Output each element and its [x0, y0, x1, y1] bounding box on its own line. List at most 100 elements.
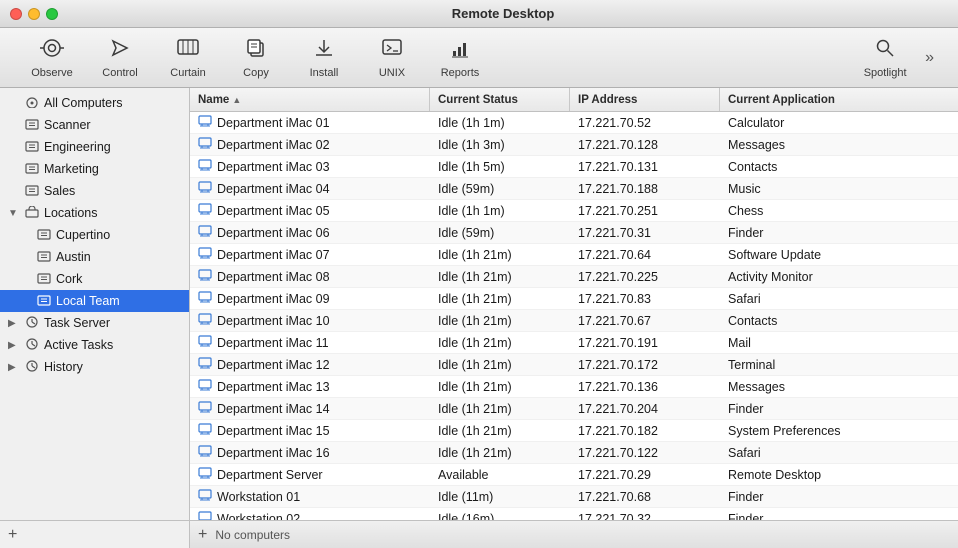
cell-app: Contacts: [720, 160, 958, 174]
sidebar-item-active-tasks[interactable]: ▶Active Tasks: [0, 334, 189, 356]
minimize-button[interactable]: [28, 8, 40, 20]
cell-ip: 17.221.70.182: [570, 424, 720, 438]
install-icon: [313, 37, 335, 65]
sidebar-item-label: Local Team: [56, 294, 120, 308]
cell-ip: 17.221.70.188: [570, 182, 720, 196]
table-row[interactable]: Department iMac 03Idle (1h 5m)17.221.70.…: [190, 156, 958, 178]
sidebar-item-icon: [36, 272, 52, 287]
table-row[interactable]: Department iMac 04Idle (59m)17.221.70.18…: [190, 178, 958, 200]
sidebar-item-label: Task Server: [44, 316, 110, 330]
table-row[interactable]: Department iMac 16Idle (1h 21m)17.221.70…: [190, 442, 958, 464]
spotlight-icon: [874, 37, 896, 65]
disclosure-icon: ▶: [8, 318, 20, 329]
toolbar-reports[interactable]: Reports: [428, 32, 492, 84]
cell-app: Finder: [720, 226, 958, 240]
computer-icon: [198, 467, 212, 482]
table-row[interactable]: Department ServerAvailable17.221.70.29Re…: [190, 464, 958, 486]
table-row[interactable]: Department iMac 14Idle (1h 21m)17.221.70…: [190, 398, 958, 420]
sidebar-item-icon: [36, 228, 52, 243]
toolbar-unix[interactable]: UNIX: [360, 32, 424, 84]
col-ip-label: IP Address: [578, 94, 637, 106]
sidebar-item-label: History: [44, 360, 83, 374]
table-row[interactable]: Department iMac 07Idle (1h 21m)17.221.70…: [190, 244, 958, 266]
sidebar-item-sales[interactable]: Sales: [0, 180, 189, 202]
close-button[interactable]: [10, 8, 22, 20]
table-row[interactable]: Department iMac 15Idle (1h 21m)17.221.70…: [190, 420, 958, 442]
table-row[interactable]: Department iMac 01Idle (1h 1m)17.221.70.…: [190, 112, 958, 134]
toolbar-spotlight[interactable]: Spotlight: [853, 32, 917, 84]
col-header-name[interactable]: Name ▲: [190, 88, 430, 111]
table-row[interactable]: Department iMac 12Idle (1h 21m)17.221.70…: [190, 354, 958, 376]
toolbar-observe[interactable]: Observe: [20, 32, 84, 84]
table-row[interactable]: Department iMac 08Idle (1h 21m)17.221.70…: [190, 266, 958, 288]
cell-status: Idle (1h 21m): [430, 402, 570, 416]
table-row[interactable]: Department iMac 09Idle (1h 21m)17.221.70…: [190, 288, 958, 310]
sidebar-item-austin[interactable]: Austin: [0, 246, 189, 268]
main-area: All ComputersScannerEngineeringMarketing…: [0, 88, 958, 548]
control-label: Control: [102, 67, 137, 79]
sidebar-item-engineering[interactable]: Engineering: [0, 136, 189, 158]
table-row[interactable]: Workstation 02Idle (16m)17.221.70.32Find…: [190, 508, 958, 520]
sort-arrow-icon: ▲: [232, 95, 241, 105]
table-row[interactable]: Department iMac 02Idle (1h 3m)17.221.70.…: [190, 134, 958, 156]
cell-ip: 17.221.70.251: [570, 204, 720, 218]
unix-label: UNIX: [379, 67, 405, 79]
table-add-button[interactable]: +: [198, 526, 207, 544]
table-row[interactable]: Department iMac 06Idle (59m)17.221.70.31…: [190, 222, 958, 244]
cell-app: Safari: [720, 446, 958, 460]
cell-name: Department iMac 14: [190, 401, 430, 416]
table-row[interactable]: Department iMac 11Idle (1h 21m)17.221.70…: [190, 332, 958, 354]
cell-ip: 17.221.70.31: [570, 226, 720, 240]
cell-name: Department iMac 07: [190, 247, 430, 262]
toolbar-install[interactable]: Install: [292, 32, 356, 84]
cell-app: Finder: [720, 512, 958, 521]
col-header-ip[interactable]: IP Address: [570, 88, 720, 111]
cell-ip: 17.221.70.204: [570, 402, 720, 416]
table-row[interactable]: Workstation 01Idle (11m)17.221.70.68Find…: [190, 486, 958, 508]
sidebar-item-scanner[interactable]: Scanner: [0, 114, 189, 136]
toolbar-curtain[interactable]: Curtain: [156, 32, 220, 84]
reports-icon: [449, 37, 471, 65]
cell-status: Available: [430, 468, 570, 482]
reports-label: Reports: [441, 67, 480, 79]
computer-icon: [198, 335, 212, 350]
computer-icon: [198, 159, 212, 174]
sidebar-item-icon: [24, 206, 40, 221]
cell-status: Idle (1h 1m): [430, 204, 570, 218]
cell-app: Messages: [720, 380, 958, 394]
sidebar-item-history[interactable]: ▶ History: [0, 356, 189, 378]
sidebar-item-icon: [24, 338, 40, 353]
table-row[interactable]: Department iMac 13Idle (1h 21m)17.221.70…: [190, 376, 958, 398]
sidebar-item-local-team[interactable]: Local Team: [0, 290, 189, 312]
maximize-button[interactable]: [46, 8, 58, 20]
computer-icon: [198, 357, 212, 372]
disclosure-icon: ▼: [8, 208, 20, 219]
cell-status: Idle (1h 3m): [430, 138, 570, 152]
sidebar-item-cupertino[interactable]: Cupertino: [0, 224, 189, 246]
col-header-app[interactable]: Current Application: [720, 88, 958, 111]
sidebar-item-icon: [24, 140, 40, 155]
table-row[interactable]: Department iMac 05Idle (1h 1m)17.221.70.…: [190, 200, 958, 222]
disclosure-icon: ▶: [8, 362, 20, 373]
sidebar-item-cork[interactable]: Cork: [0, 268, 189, 290]
cell-status: Idle (16m): [430, 512, 570, 521]
sidebar-item-icon: [24, 162, 40, 177]
cell-ip: 17.221.70.225: [570, 270, 720, 284]
sidebar-item-task-server[interactable]: ▶ Task Server: [0, 312, 189, 334]
sidebar-item-locations[interactable]: ▼Locations: [0, 202, 189, 224]
sidebar-item-all-computers[interactable]: All Computers: [0, 92, 189, 114]
toolbar-copy[interactable]: Copy: [224, 32, 288, 84]
copy-label: Copy: [243, 67, 269, 79]
sidebar-item-marketing[interactable]: Marketing: [0, 158, 189, 180]
table-row[interactable]: Department iMac 10Idle (1h 21m)17.221.70…: [190, 310, 958, 332]
sidebar-add-button[interactable]: +: [8, 527, 17, 543]
col-header-status[interactable]: Current Status: [430, 88, 570, 111]
cell-ip: 17.221.70.32: [570, 512, 720, 521]
sidebar-item-label: Austin: [56, 250, 91, 264]
toolbar-more-button[interactable]: »: [921, 45, 938, 71]
toolbar-control[interactable]: Control: [88, 32, 152, 84]
cell-status: Idle (1h 21m): [430, 380, 570, 394]
cell-status: Idle (1h 21m): [430, 248, 570, 262]
traffic-lights: [10, 8, 58, 20]
computer-icon: [198, 423, 212, 438]
